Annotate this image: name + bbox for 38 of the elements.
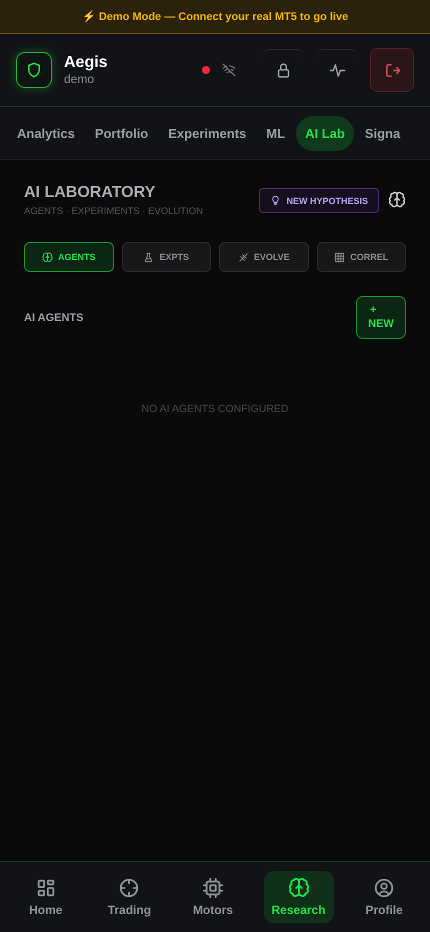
nav-tab[interactable]: Analytics	[8, 116, 84, 150]
app-name: Aegis	[64, 54, 109, 72]
bottom-nav-item[interactable]: Home	[12, 871, 79, 923]
segment-tab[interactable]: EVOLVE	[219, 242, 308, 272]
account-mode: demo	[64, 72, 96, 86]
nav-tab[interactable]: Experiments	[159, 116, 256, 150]
brain-icon	[42, 252, 53, 262]
new-hypothesis-button[interactable]: NEW HYPOTHESIS	[259, 188, 379, 213]
pulse-icon	[328, 62, 346, 79]
empty-state-text: NO AI AGENTS CONFIGURED	[141, 403, 289, 415]
nav-tab[interactable]: Portfolio	[86, 116, 158, 150]
bottom-nav-item[interactable]: Motors	[180, 871, 246, 923]
nav-tab[interactable]: ML	[257, 116, 294, 150]
page-subtitle: AGENTS · EXPERIMENTS · EVOLUTION	[24, 206, 204, 217]
grid-icon	[334, 252, 346, 262]
demo-banner-text: ⚡ Demo Mode — Connect your real MT5 to go live	[82, 10, 348, 23]
section-title: AI AGENTS	[24, 312, 84, 324]
shield-icon	[25, 61, 43, 79]
bottom-nav-item[interactable]: Profile	[351, 871, 418, 923]
chip-icon	[202, 877, 224, 899]
page-title: AI LABORATORY	[24, 184, 156, 202]
lightbulb-icon	[270, 195, 282, 206]
segment-tab[interactable]: AGENTS	[24, 242, 114, 272]
user-icon	[373, 877, 396, 899]
nav-tab[interactable]: Signa	[356, 116, 410, 150]
brain-icon	[288, 877, 310, 899]
bottom-nav-item[interactable]: Research	[264, 871, 334, 923]
logout-button[interactable]	[370, 48, 414, 92]
segment-tab[interactable]: EXPTS	[122, 242, 211, 272]
logout-icon	[384, 62, 400, 78]
bottom-nav-item[interactable]: Trading	[96, 871, 162, 923]
brain-icon	[388, 191, 406, 209]
wifi-off-icon	[222, 63, 236, 77]
segment-tab[interactable]: CORREL	[316, 242, 406, 272]
nav-tab[interactable]: AI Lab	[296, 116, 354, 150]
crosshair-icon	[118, 877, 140, 899]
new-agent-button[interactable]: + NEW	[356, 296, 406, 339]
flask-icon	[143, 252, 154, 262]
